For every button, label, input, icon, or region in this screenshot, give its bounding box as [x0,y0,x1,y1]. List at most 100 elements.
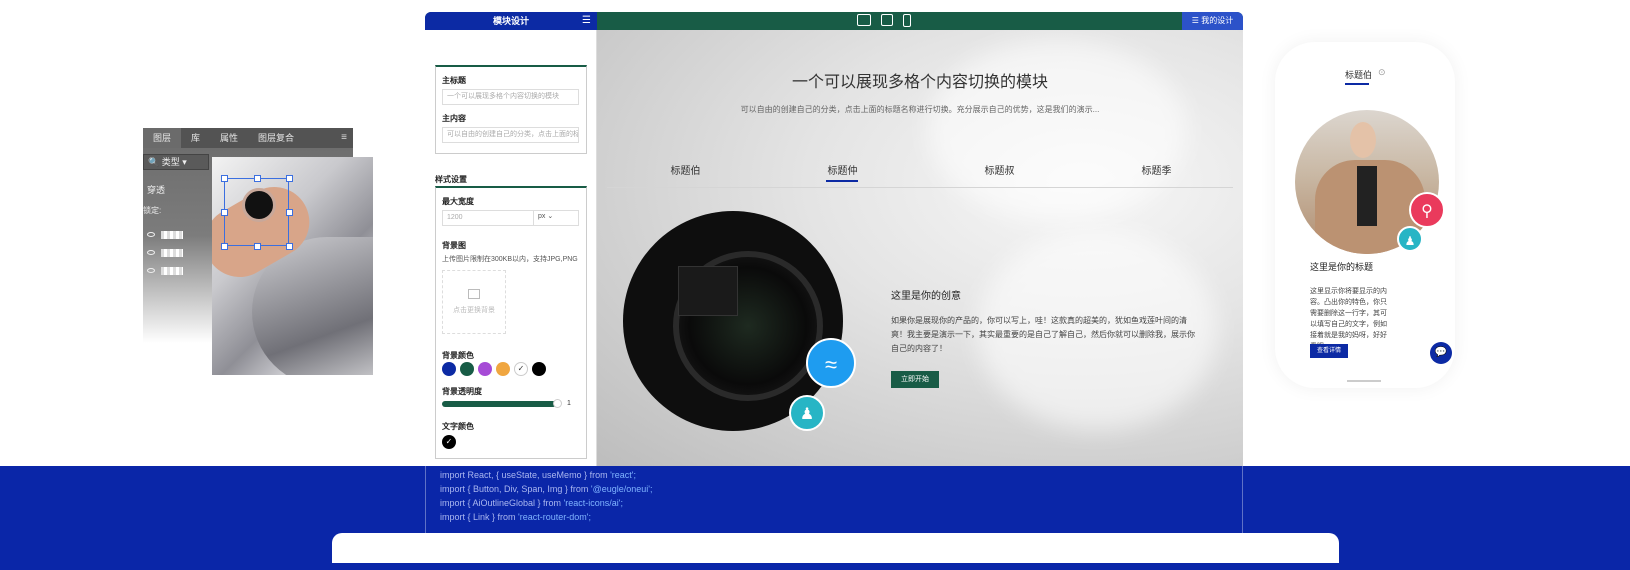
showcase-stage: 图层 库 属性 图层复合 ≡ 🔍 类型 ▾ 穿透 锁定: import Reac… [0,0,1630,570]
upload-label: 点击更换背景 [453,307,495,314]
tab-ji[interactable]: 标题季 [1078,162,1235,177]
more-icon[interactable]: ⊙ [1378,67,1386,78]
eye-icon[interactable] [147,250,155,256]
opacity-slider-handle[interactable] [553,399,562,408]
tab-properties[interactable]: 属性 [210,128,248,148]
unit-select[interactable]: px ⌄ [533,210,579,226]
photo-top-shape [1357,166,1377,226]
idea-title: 这里是你的创意 [891,291,961,302]
text-color-swatch[interactable]: ✓ [442,435,456,449]
color-swatch-orange[interactable] [496,362,510,376]
layer-filter-select[interactable]: 🔍 类型 ▾ [143,154,209,170]
text-color-label: 文字颜色 [442,422,474,431]
photo-face-shape [1350,122,1376,158]
content-tabs: 标题伯 标题仲 标题叔 标题季 [607,162,1233,188]
main-content-label: 主内容 [442,114,466,123]
main-content-input[interactable]: 可以自由的创建自己的分类，点击上面的标 [442,127,579,143]
code-line: import { AiOutlineGlobal } from 'react-i… [440,498,624,508]
smoke-cloud [927,40,1187,220]
layer-filter-label: 类型 [161,157,180,167]
mobile-title: 这里是你的标题 [1310,262,1374,272]
bike-icon: ⚲ [1409,192,1445,228]
tab-layer-comps[interactable]: 图层复合 [248,128,304,148]
tablet-icon[interactable] [881,14,893,26]
color-swatch-green[interactable] [460,362,474,376]
hiking-icon: ♟ [789,395,825,431]
editor-title: 模块设计 [492,16,529,26]
tab-bo[interactable]: 标题伯 [607,162,764,177]
lock-label: 锁定: [143,206,162,215]
blend-mode-select[interactable]: 穿透 [147,183,165,196]
mobile-preview: 标题伯 ⊙ ⚲ ♟ 这里是你的标题 这里显示你将要显示的内容。凸出你的特色，你只… [1275,42,1455,388]
mobile-tab-indicator [1345,83,1369,85]
mobile-tab[interactable]: 标题伯 [1345,68,1372,81]
mobile-body: 这里显示你将要显示的内容。凸出你的特色，你只需要删除这一行字，其可以填写自己的文… [1310,288,1387,350]
layers-panel-tabs: 图层 库 属性 图层复合 ≡ [143,128,353,148]
opacity-slider-track[interactable] [442,401,556,407]
layer-row[interactable] [147,248,207,260]
bg-color-label: 背景颜色 [442,351,474,360]
tab-shu[interactable]: 标题叔 [921,162,1078,177]
resize-handle[interactable] [221,175,228,182]
tab-zhong[interactable]: 标题仲 [764,162,921,182]
module-headline: 一个可以展现多格个内容切换的模块 [791,74,1048,91]
idea-body: 如果你是展现你的产品的，你可以写上，哇！这款真的超美的，犹如鱼戏莲叶间的清爽！我… [891,316,1195,353]
resize-handle[interactable] [254,243,261,250]
max-width-label: 最大宽度 [442,197,474,206]
color-swatch-purple[interactable] [478,362,492,376]
bg-upload-box[interactable]: 点击更换背景 [442,270,506,334]
code-panel: import React, { useState, useMemo } from… [425,466,1243,534]
desktop-icon[interactable] [857,14,871,26]
main-title-input[interactable]: 一个可以展现多格个内容切换的模块 [442,89,579,105]
layer-thumbnail [161,248,183,257]
resize-handle[interactable] [221,243,228,250]
color-swatch-black[interactable] [532,362,546,376]
style-card: 最大宽度 1200 px ⌄ 背景图 上传图片限制在300KB以内，支持JPG,… [435,186,587,459]
module-editor: 模块设计 ☰ ☰ 我的设计 主标题 一个可以展现多格个内容切换的模块 主内容 可… [425,12,1243,466]
selection-box[interactable] [221,175,293,250]
layer-thumbnail [161,230,183,239]
code-line: import React, { useState, useMemo } from… [440,470,637,480]
unit-value: px [538,213,546,220]
phone-icon[interactable] [903,14,911,27]
chat-icon[interactable]: 💬 [1430,342,1452,364]
settings-sidebar: 主标题 一个可以展现多格个内容切换的模块 主内容 可以自由的创建自己的分类，点击… [425,30,597,466]
module-subtitle: 可以自由的创建自己的分类，点击上面的标题名称进行切换。充分展示自己的优势，这是我… [740,105,1100,114]
chevron-down-icon: ⌄ [547,213,554,220]
opacity-value: 1 [567,400,571,407]
start-button[interactable]: 立即开始 [891,371,939,388]
bg-image-hint: 上传图片限制在300KB以内，支持JPG,PNG [442,256,578,263]
bg-image-label: 背景图 [442,241,466,250]
editor-title-bar: 模块设计 ☰ [425,12,597,30]
bg-color-swatches: ✓ [442,362,546,376]
tab-library[interactable]: 库 [181,128,210,148]
view-details-button[interactable]: 查看详情 [1310,344,1348,358]
eye-icon[interactable] [147,232,155,238]
layer-row[interactable] [147,266,207,278]
content-card: 主标题 一个可以展现多格个内容切换的模块 主内容 可以自由的创建自己的分类，点击… [435,65,587,154]
device-switcher [857,14,911,27]
resize-handle[interactable] [254,175,261,182]
resize-handle[interactable] [221,209,228,216]
color-swatch-white[interactable]: ✓ [514,362,528,376]
code-line: import { Link } from 'react-router-dom'; [440,512,591,522]
home-indicator [1347,380,1381,382]
resize-handle[interactable] [286,209,293,216]
watch-chip [678,266,738,316]
code-line: import { Button, Div, Span, Img } from '… [440,484,653,494]
layer-thumbnail [161,266,183,275]
panel-menu-icon[interactable]: ≡ [341,132,347,143]
resize-handle[interactable] [286,175,293,182]
my-design-label: 我的设计 [1201,16,1234,25]
resize-handle[interactable] [286,243,293,250]
eye-icon[interactable] [147,268,155,274]
swim-icon: ≈ [806,338,856,388]
bg-opacity-label: 背景透明度 [442,387,482,396]
my-design-button[interactable]: ☰ 我的设计 [1182,12,1243,30]
color-swatch-blue[interactable] [442,362,456,376]
menu-icon[interactable]: ☰ [582,12,591,30]
layer-row[interactable] [147,230,207,242]
hiking-icon: ♟ [1397,226,1423,252]
tab-layers[interactable]: 图层 [143,128,182,148]
preview-canvas: 一个可以展现多格个内容切换的模块 可以自由的创建自己的分类，点击上面的标题名称进… [597,30,1243,466]
